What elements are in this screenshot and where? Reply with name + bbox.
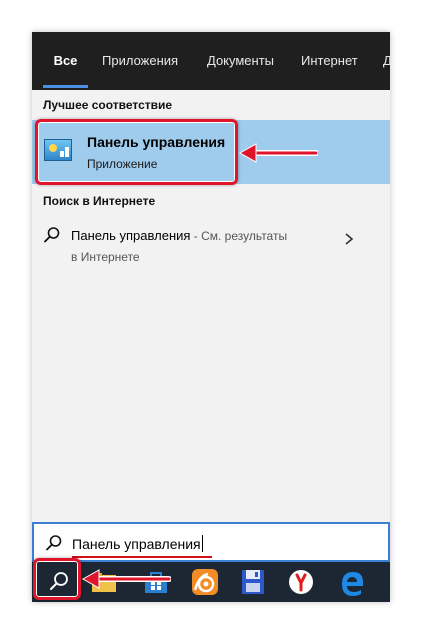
search-input-value: Панель управления [72,535,203,552]
chevron-right-icon[interactable] [344,232,354,246]
uc-browser-icon[interactable] [189,566,221,598]
search-query-text: Панель управления [72,536,201,552]
start-search-panel: Все Приложения Документы Интернет Д Лучш… [32,32,390,602]
web-result-line1: Панель управления - См. результаты [71,228,287,243]
best-match-heading: Лучшее соответствие [43,98,173,112]
web-result-line2: в Интернете [71,250,140,264]
save-app-icon[interactable] [237,566,269,598]
web-result-suffix: - См. результаты [190,229,288,243]
annotation-arrow-left-icon [238,143,318,163]
tab-all[interactable]: Все [43,32,88,90]
web-search-heading: Поиск в Интернете [43,194,156,208]
annotation-highlight-best-match [35,119,238,185]
active-tab-indicator [43,85,88,88]
tab-web[interactable]: Интернет [301,32,358,90]
annotation-arrow-left-icon [81,569,171,589]
search-tabs: Все Приложения Документы Интернет Д [32,32,390,90]
tab-more-truncated[interactable]: Д [383,32,390,90]
web-search-result[interactable]: Панель управления - См. результаты в Инт… [32,218,390,268]
search-icon [46,535,62,551]
search-icon [44,227,60,243]
text-caret [201,535,203,552]
tab-documents[interactable]: Документы [207,32,274,90]
web-result-query: Панель управления [71,228,191,243]
annotation-highlight-search-button [33,558,81,600]
search-input[interactable]: Панель управления [32,522,390,562]
yandex-browser-icon[interactable] [285,566,317,598]
spellcheck-underline [72,556,212,558]
screenshot-stage: Все Приложения Документы Интернет Д Лучш… [0,0,421,632]
edge-icon[interactable] [336,566,368,598]
tab-apps[interactable]: Приложения [102,32,178,90]
